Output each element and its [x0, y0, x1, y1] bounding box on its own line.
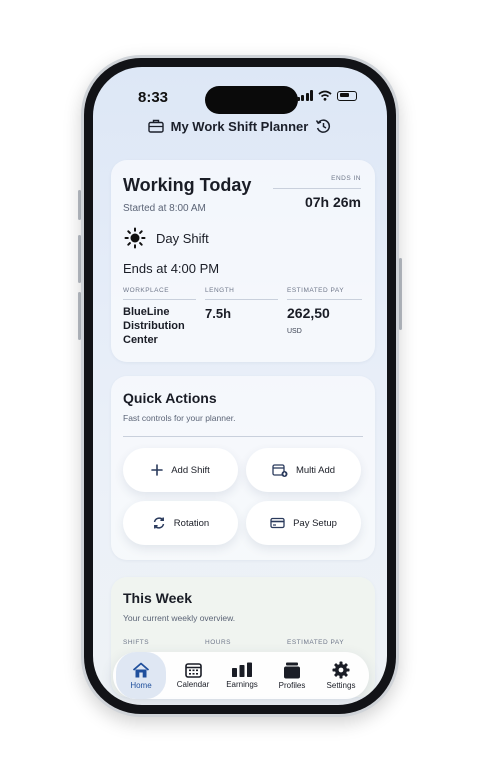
ends-in-divider [273, 188, 361, 189]
rotate-icon [153, 517, 165, 529]
tab-earnings[interactable]: Earnings [217, 652, 267, 699]
tab-bar: Home Calendar Earnings Profiles Settings [113, 652, 369, 699]
tab-profiles[interactable]: Profiles [267, 652, 317, 699]
history-icon[interactable] [315, 118, 332, 134]
tab-earnings-label: Earnings [226, 680, 258, 689]
wifi-icon [318, 90, 332, 101]
shifts-label: SHIFTS [123, 639, 150, 646]
status-icons [296, 90, 357, 101]
card-icon [270, 517, 285, 529]
add-shift-button[interactable]: Add Shift [123, 448, 238, 492]
workplace-value: BlueLine Distribution Center [123, 305, 185, 347]
pay-currency: USD [287, 328, 302, 335]
quick-actions-card: Quick Actions Fast controls for your pla… [111, 376, 375, 560]
ends-in-label: ENDS IN [331, 175, 361, 182]
workplace-divider [123, 299, 196, 300]
battery-icon [337, 90, 357, 101]
tab-settings[interactable]: Settings [316, 652, 366, 699]
tab-home-label: Home [130, 680, 152, 690]
power-button [399, 258, 402, 330]
multi-add-button[interactable]: Multi Add [246, 448, 361, 492]
briefcase-icon [147, 119, 164, 133]
app-header: My Work Shift Planner [93, 118, 387, 134]
quick-actions-subtitle: Fast controls for your planner. [123, 413, 236, 423]
status-time: 8:33 [138, 89, 169, 106]
tab-home[interactable]: Home [116, 652, 166, 699]
length-label: LENGTH [205, 287, 235, 294]
phone-frame: 8:33 My Work Shift Planner Working Today… [81, 55, 399, 717]
rotation-label: Rotation [173, 517, 210, 529]
shift-name: Day Shift [156, 231, 209, 246]
dynamic-island [205, 86, 298, 114]
ends-at: Ends at 4:00 PM [123, 261, 220, 276]
calendar-icon [184, 663, 202, 678]
week-pay-label: ESTIMATED PAY [287, 639, 345, 646]
tab-calendar-label: Calendar [176, 680, 210, 689]
app-screen: 8:33 My Work Shift Planner Working Today… [93, 67, 387, 705]
workplace-line-1: BlueLine [123, 306, 170, 318]
this-week-title: This Week [123, 590, 192, 606]
multi-add-label: Multi Add [295, 464, 336, 476]
today-title: Working Today [123, 175, 252, 195]
pay-divider [287, 299, 362, 300]
pay-setup-label: Pay Setup [293, 517, 337, 529]
plus-icon [151, 464, 164, 476]
this-week-subtitle: Your current weekly overview. [123, 613, 236, 623]
home-icon [132, 662, 150, 677]
folder-icon [284, 662, 300, 678]
phone-bezel: 8:33 My Work Shift Planner Working Today… [84, 58, 396, 714]
workplace-label: WORKPLACE [123, 287, 170, 294]
page-title: My Work Shift Planner [170, 118, 309, 134]
tab-profiles-label: Profiles [278, 680, 306, 690]
rotation-button[interactable]: Rotation [123, 501, 238, 545]
hours-label: HOURS [205, 639, 231, 646]
workplace-line-2: Distribution [123, 320, 185, 332]
pay-setup-button[interactable]: Pay Setup [246, 501, 361, 545]
started-at: Started at 8:00 AM [123, 203, 206, 214]
tab-calendar[interactable]: Calendar [168, 652, 218, 699]
pay-value: 262,50 [287, 305, 330, 321]
pay-label: ESTIMATED PAY [287, 287, 345, 294]
length-value: 7.5h [205, 306, 232, 321]
sun-icon [124, 227, 146, 249]
tab-settings-label: Settings [326, 681, 356, 690]
bar-chart-icon [232, 662, 252, 677]
workplace-line-3: Center [123, 334, 158, 346]
ends-in-value: 07h 26m [304, 194, 361, 210]
signal-icon [296, 90, 313, 101]
calendar-plus-icon [272, 464, 288, 477]
length-divider [205, 299, 278, 300]
quick-actions-divider [123, 436, 363, 437]
today-card: Working Today Started at 8:00 AM ENDS IN… [111, 160, 375, 362]
add-shift-label: Add Shift [171, 464, 210, 476]
quick-actions-title: Quick Actions [123, 390, 217, 406]
gear-icon [332, 661, 350, 679]
